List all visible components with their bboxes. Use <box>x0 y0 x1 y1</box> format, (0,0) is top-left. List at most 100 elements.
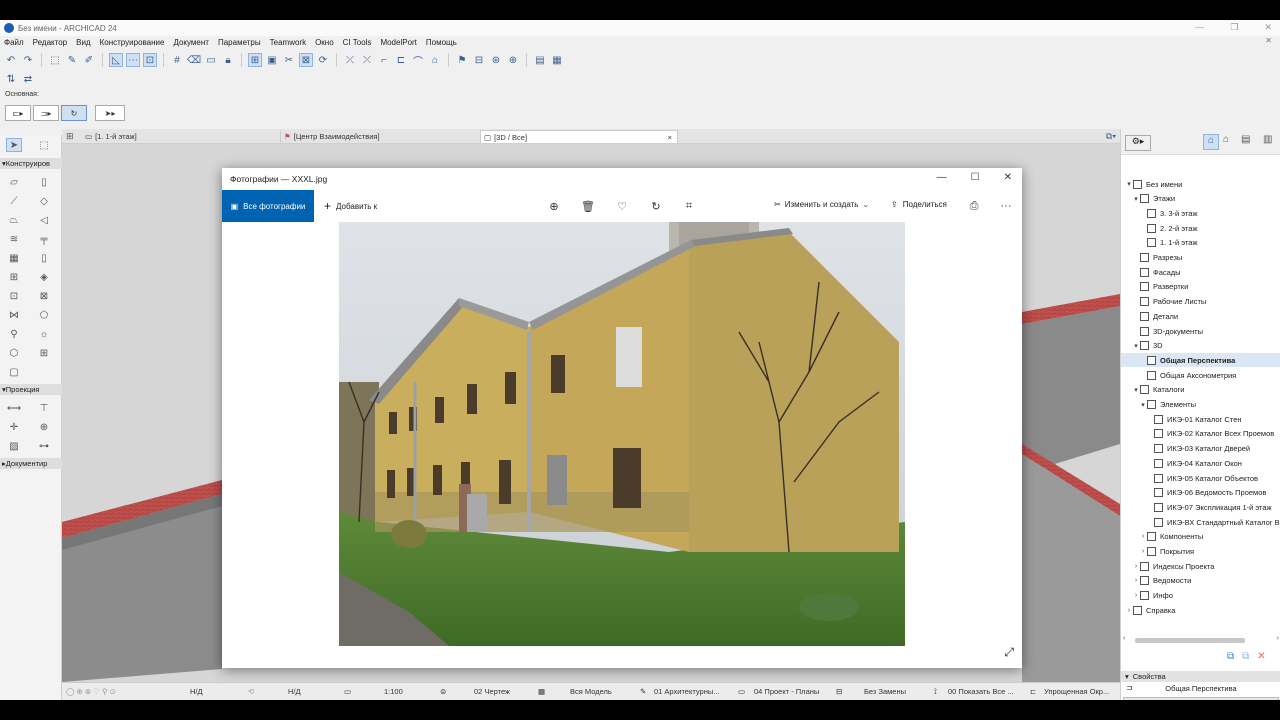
status-scale[interactable]: 1:100 <box>384 687 403 696</box>
navigator-item[interactable]: Фасады <box>1121 265 1280 279</box>
navigator-item[interactable]: ИКЭ-05 Каталог Объектов <box>1121 471 1280 485</box>
menu-design[interactable]: Конструирование <box>100 38 165 47</box>
navigator-item[interactable]: ▾ Этажи <box>1121 192 1280 206</box>
object-tool-icon[interactable]: ⊡ <box>6 289 22 303</box>
all-photos-button[interactable]: ▣ Все фотографии <box>222 190 314 222</box>
status-field-2[interactable]: Н/Д <box>288 687 301 696</box>
column-tool-icon[interactable]: ▯ <box>36 175 52 189</box>
tree-toggle-icon[interactable]: › <box>1132 563 1140 570</box>
snap-icon[interactable]: ⊡ <box>143 53 157 67</box>
stair-tool-icon[interactable]: ≋ <box>6 232 22 246</box>
status-structural[interactable]: Упрощенная Окр... <box>1044 687 1109 696</box>
railing-tool-icon[interactable]: ╤ <box>36 232 52 246</box>
scrollbar-thumb[interactable] <box>1135 638 1245 643</box>
crop-icon[interactable]: ⌗ <box>682 199 696 213</box>
publish-icon[interactable]: ▦ <box>550 53 564 67</box>
tree-toggle-icon[interactable]: › <box>1132 577 1140 584</box>
tree-toggle-icon[interactable]: › <box>1125 607 1133 614</box>
tree-toggle-icon[interactable]: ▾ <box>1132 386 1140 394</box>
tree-toggle-icon[interactable]: › <box>1139 548 1147 555</box>
selection-method-icon[interactable]: ⊐▸ <box>33 105 59 121</box>
beam-tool-icon[interactable]: ⟋ <box>6 194 22 208</box>
layout-book-icon[interactable]: ▤ <box>1241 134 1250 145</box>
close-button[interactable]: ✕ <box>1264 22 1272 33</box>
zoom-icon[interactable]: ⊕ <box>547 199 561 213</box>
minimize-button[interactable]: — <box>1195 22 1204 33</box>
marquee-tool-icon[interactable]: ⬚ <box>36 138 52 152</box>
slab-tool-icon[interactable]: ◇ <box>36 194 52 208</box>
delete-icon[interactable]: 🗑︎ <box>581 199 595 213</box>
navigator-item[interactable]: Рабочие Листы <box>1121 295 1280 309</box>
wall-tool-icon[interactable]: ▱ <box>6 175 22 189</box>
navigator-item[interactable]: ИКЭ-01 Каталог Стен <box>1121 412 1280 426</box>
status-renovation[interactable]: 00 Показать Все ... <box>948 687 1014 696</box>
circle-tool-icon[interactable]: ⊕ <box>36 420 52 434</box>
photos-minimize-button[interactable]: — <box>937 172 947 183</box>
navigator-item[interactable]: 3D-документы <box>1121 324 1280 338</box>
figure-tool-icon[interactable]: ▨ <box>6 439 22 453</box>
tab-3d[interactable]: ▢ [3D / Все] × <box>480 130 678 143</box>
menu-window[interactable]: Окно <box>315 38 334 47</box>
menu-teamwork[interactable]: Teamwork <box>270 38 306 47</box>
offset-icon[interactable]: ⊏ <box>394 53 408 67</box>
curtain-wall-tool-icon[interactable]: ▦ <box>6 251 22 265</box>
camera-tool-icon[interactable]: ⊶ <box>36 439 52 453</box>
menu-ci-tools[interactable]: CI Tools <box>343 38 372 47</box>
window-tool-icon[interactable]: ⊞ <box>6 270 22 284</box>
menu-edit[interactable]: Редактор <box>33 38 67 47</box>
status-nav-icons[interactable]: ◯ ⊕ ⊗ ♡ ⚲ ⊙ <box>66 687 116 696</box>
split-icon[interactable]: ⤫ <box>343 53 357 67</box>
delete-view-icon[interactable]: ✕ <box>1257 651 1265 662</box>
measure-icon[interactable]: ◺ <box>109 53 123 67</box>
layout-icon[interactable]: ⊕ <box>506 53 520 67</box>
geometry-method-icon[interactable]: ⊏▸ <box>5 105 31 121</box>
navigator-item[interactable]: › Справка <box>1121 603 1280 617</box>
toolbox-section-document[interactable]: ▸ Документир <box>0 458 62 469</box>
arrow-tool-icon[interactable]: ➤ <box>6 138 22 152</box>
navigator-item[interactable]: 1. 1-й этаж <box>1121 236 1280 250</box>
skylight-tool-icon[interactable]: ◈ <box>36 270 52 284</box>
properties-header[interactable]: ▾ Свойства <box>1121 671 1280 682</box>
view-options-icon[interactable]: ⧉▾ <box>1106 131 1116 142</box>
trim-icon[interactable]: ⊠ <box>299 53 313 67</box>
status-layer-combination[interactable]: 02 Чертеж <box>474 687 510 696</box>
arrow-select-icon[interactable]: ↻ <box>61 105 87 121</box>
edit-create-button[interactable]: ✂ Изменить и создать ⌄ <box>774 200 869 209</box>
tree-toggle-icon[interactable]: ▾ <box>1125 180 1133 188</box>
navigator-settings-icon[interactable]: ⚙▸ <box>1125 135 1151 151</box>
cut-icon[interactable]: ✂ <box>282 53 296 67</box>
grid-snap-icon[interactable]: # <box>170 53 184 67</box>
toolbox-section-design[interactable]: ▾ Конструиров <box>0 158 62 169</box>
navigator-item[interactable]: ИКЭ-04 Каталог Окон <box>1121 456 1280 470</box>
suspend-groups-icon[interactable]: ⊞ <box>248 53 262 67</box>
tree-toggle-icon[interactable]: ▾ <box>1139 401 1147 409</box>
navigator-item[interactable]: › Покрытия <box>1121 545 1280 559</box>
navigator-item[interactable]: ИКЭ-03 Каталог Дверей <box>1121 442 1280 456</box>
navigator-item[interactable]: Развертки <box>1121 280 1280 294</box>
pick-up-icon[interactable]: ⬚ <box>48 53 62 67</box>
menu-view[interactable]: Вид <box>76 38 90 47</box>
tree-toggle-icon[interactable]: ▾ <box>1132 342 1140 350</box>
more-options-button[interactable]: ··· <box>999 199 1013 213</box>
status-view-options[interactable]: 04 Проект - Планы <box>754 687 819 696</box>
navigator-item[interactable]: › Индексы Проекта <box>1121 559 1280 573</box>
status-model-view[interactable]: Вся Модель <box>570 687 612 696</box>
redo-icon[interactable]: ↷ <box>21 53 35 67</box>
fullscreen-icon[interactable]: ⤢ <box>1004 645 1014 660</box>
status-field-1[interactable]: Н/Д <box>190 687 203 696</box>
view-icon[interactable]: ▤ <box>533 53 547 67</box>
toolbox-section-projection[interactable]: ▾ Проекция <box>0 384 62 395</box>
navigator-item[interactable]: ИКЭ-06 Ведомость Проемов <box>1121 486 1280 500</box>
cube-tool-icon[interactable]: ⬡ <box>6 346 22 360</box>
navigator-item[interactable]: › Компоненты <box>1121 530 1280 544</box>
marker-icon[interactable]: ⊛ <box>489 53 503 67</box>
photo-image[interactable] <box>339 222 905 646</box>
grid-tool-icon[interactable]: ⊞ <box>36 346 52 360</box>
tree-toggle-icon[interactable]: › <box>1132 592 1140 599</box>
roof-tool-icon[interactable]: ⏢ <box>6 213 22 227</box>
dimension-tool-icon[interactable]: ⟷ <box>6 401 22 415</box>
panel-tool-icon[interactable]: ▢ <box>6 365 22 379</box>
tab-floor-plan[interactable]: ▭ [1. 1-й этаж] <box>82 130 280 143</box>
adjust-icon[interactable]: ⤬ <box>360 53 374 67</box>
morph-tool-icon[interactable]: ⬠ <box>36 308 52 322</box>
